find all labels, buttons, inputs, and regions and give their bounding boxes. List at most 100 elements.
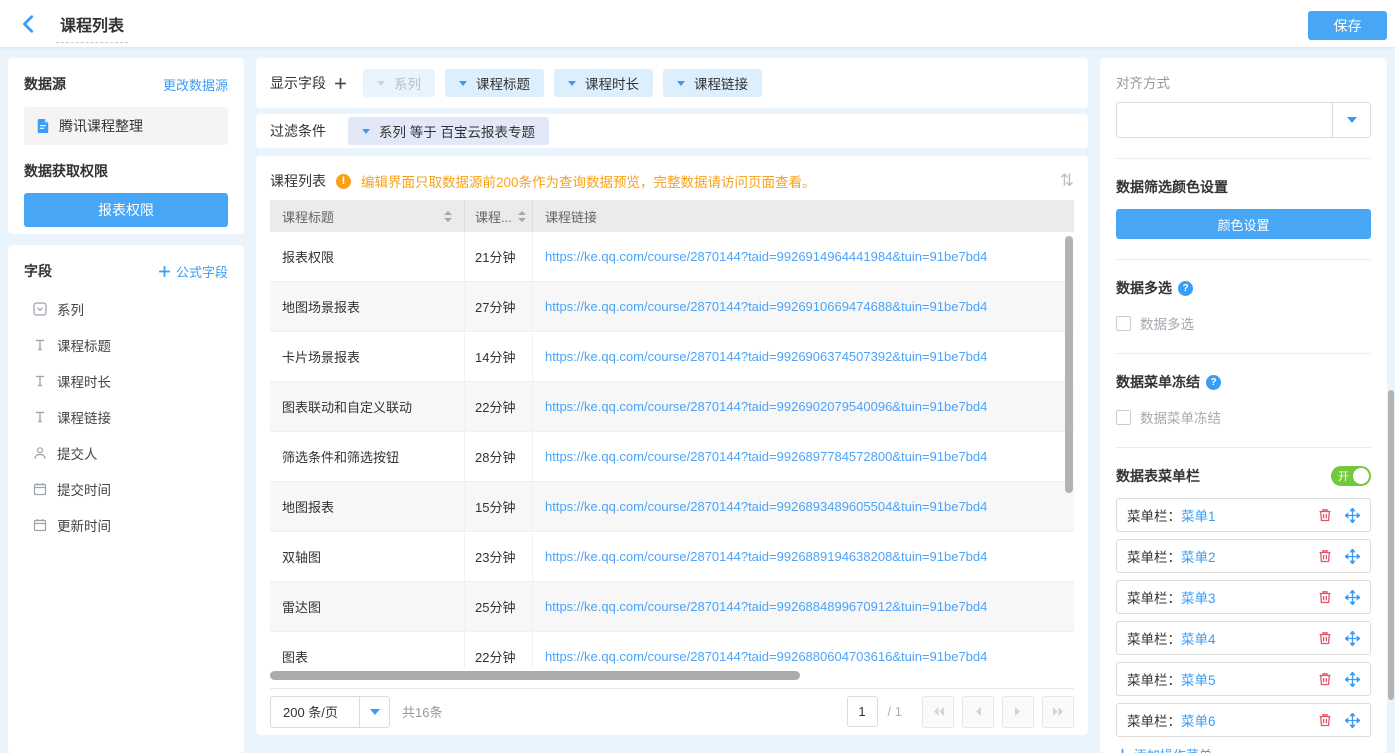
change-datasource-link[interactable]: 更改数据源 [163,75,228,94]
field-item-course-duration[interactable]: 课程时长 [24,363,228,399]
course-link[interactable]: https://ke.qq.com/course/2870144?taid=99… [545,299,987,314]
total-count: 共16条 [402,702,442,721]
field-tag-course-link[interactable]: 课程链接 [663,69,762,97]
menu-bar-item[interactable]: 菜单栏：菜单5 [1116,662,1371,696]
trash-icon[interactable] [1318,590,1332,604]
trash-icon[interactable] [1318,672,1332,686]
person-icon [33,446,47,460]
menu-bar-toggle-on[interactable]: 开 [1331,466,1371,486]
column-header-course-duration[interactable]: 课程... [465,200,533,232]
last-page-button[interactable] [1042,696,1074,728]
table-body: 报表权限 21分钟 https://ke.qq.com/course/28701… [270,232,1074,669]
table-row: 报表权限 21分钟 https://ke.qq.com/course/28701… [270,232,1074,282]
report-permission-button[interactable]: 报表权限 [24,193,228,227]
field-tag-course-title[interactable]: 课程标题 [445,69,544,97]
add-action-menu-link[interactable]: 添加操作菜单 [1116,745,1371,753]
cell-course-title: 地图报表 [270,482,465,531]
display-fields-label: 显示字段 [270,73,326,93]
trash-icon[interactable] [1318,631,1332,645]
table-row: 地图报表 15分钟 https://ke.qq.com/course/28701… [270,482,1074,532]
course-link[interactable]: https://ke.qq.com/course/2870144?taid=99… [545,499,987,514]
page-size-select[interactable]: 200 条/页 [270,696,390,728]
table-row: 雷达图 25分钟 https://ke.qq.com/course/287014… [270,582,1074,632]
prev-page-button[interactable] [962,696,994,728]
text-field-icon [33,410,47,424]
next-page-button[interactable] [1002,696,1034,728]
cell-course-title: 卡片场景报表 [270,332,465,381]
course-link[interactable]: https://ke.qq.com/course/2870144?taid=99… [545,249,987,264]
field-item-submitter[interactable]: 提交人 [24,435,228,471]
divider [1116,353,1371,354]
move-icon[interactable] [1345,549,1360,564]
move-icon[interactable] [1345,590,1360,605]
field-item-submit-time[interactable]: 提交时间 [24,471,228,507]
cell-course-duration: 15分钟 [465,482,533,531]
divider [1116,158,1371,159]
table-row: 图表联动和自定义联动 22分钟 https://ke.qq.com/course… [270,382,1074,432]
table-vertical-scrollbar[interactable] [1065,236,1073,493]
cell-course-duration: 25分钟 [465,582,533,631]
color-setting-button[interactable]: 颜色设置 [1116,209,1371,239]
chevron-down-icon [362,129,370,134]
checkbox-unchecked[interactable] [1116,410,1131,425]
menu-bar-item[interactable]: 菜单栏：菜单3 [1116,580,1371,614]
filter-label: 过滤条件 [270,121,326,141]
course-link[interactable]: https://ke.qq.com/course/2870144?taid=99… [545,399,987,414]
help-icon[interactable] [1178,281,1193,296]
course-link[interactable]: https://ke.qq.com/course/2870144?taid=99… [545,349,987,364]
trash-icon[interactable] [1318,549,1332,563]
trash-icon[interactable] [1318,508,1332,522]
cell-course-title: 雷达图 [270,582,465,631]
cell-course-title: 地图场景报表 [270,282,465,331]
add-display-field-icon[interactable] [334,77,347,90]
save-button[interactable]: 保存 [1308,11,1387,40]
move-icon[interactable] [1345,672,1360,687]
current-page-input[interactable]: 1 [847,696,878,727]
column-header-course-title[interactable]: 课程标题 [270,200,465,232]
menu-bar-list: 菜单栏：菜单1 菜单栏：菜单2 菜单栏：菜单3 [1116,498,1371,737]
cell-course-title: 报表权限 [270,232,465,281]
reorder-icon[interactable]: ⇅ [1060,171,1074,191]
calendar-icon [33,518,47,532]
course-link[interactable]: https://ke.qq.com/course/2870144?taid=99… [545,649,987,664]
menu-bar-item[interactable]: 菜单栏：菜单4 [1116,621,1371,655]
calendar-icon [33,482,47,496]
field-item-series[interactable]: 系列 [24,291,228,327]
help-icon[interactable] [1206,375,1221,390]
column-header-course-link[interactable]: 课程链接 [533,200,1074,232]
move-icon[interactable] [1345,631,1360,646]
field-item-course-link[interactable]: 课程链接 [24,399,228,435]
course-link[interactable]: https://ke.qq.com/course/2870144?taid=99… [545,599,987,614]
multi-select-checkbox-row[interactable]: 数据多选 [1116,313,1371,333]
page-vertical-scrollbar[interactable] [1388,390,1394,700]
select-field-icon [33,302,47,316]
menu-bar-item[interactable]: 菜单栏：菜单1 [1116,498,1371,532]
field-tag-series[interactable]: 系列 [363,69,435,97]
menu-bar-item[interactable]: 菜单栏：菜单6 [1116,703,1371,737]
field-item-update-time[interactable]: 更新时间 [24,507,228,543]
cell-course-title: 双轴图 [270,532,465,581]
field-item-course-title[interactable]: 课程标题 [24,327,228,363]
table-row: 卡片场景报表 14分钟 https://ke.qq.com/course/287… [270,332,1074,382]
course-link[interactable]: https://ke.qq.com/course/2870144?taid=99… [545,449,987,464]
trash-icon[interactable] [1318,713,1332,727]
formula-field-link[interactable]: 公式字段 [158,262,228,281]
page-title: 课程列表 [56,12,128,43]
course-link[interactable]: https://ke.qq.com/course/2870144?taid=99… [545,549,987,564]
filter-condition-tag[interactable]: 系列 等于 百宝云报表专题 [348,117,549,145]
first-page-button[interactable] [922,696,954,728]
move-icon[interactable] [1345,713,1360,728]
freeze-menu-checkbox-row[interactable]: 数据菜单冻结 [1116,407,1371,427]
chevron-left-icon [974,706,982,717]
checkbox-unchecked[interactable] [1116,316,1131,331]
move-icon[interactable] [1345,508,1360,523]
align-select[interactable] [1116,102,1371,138]
cell-course-duration: 23分钟 [465,532,533,581]
table-horizontal-scrollbar[interactable] [270,671,800,680]
display-fields-panel: 显示字段 系列 课程标题 课程时长 课程链接 [256,58,1088,108]
freeze-menu-title: 数据菜单冻结 [1116,372,1200,392]
menu-bar-item[interactable]: 菜单栏：菜单2 [1116,539,1371,573]
back-button[interactable] [18,13,40,35]
datasource-item[interactable]: 腾讯课程整理 [24,107,228,145]
field-tag-course-duration[interactable]: 课程时长 [554,69,653,97]
